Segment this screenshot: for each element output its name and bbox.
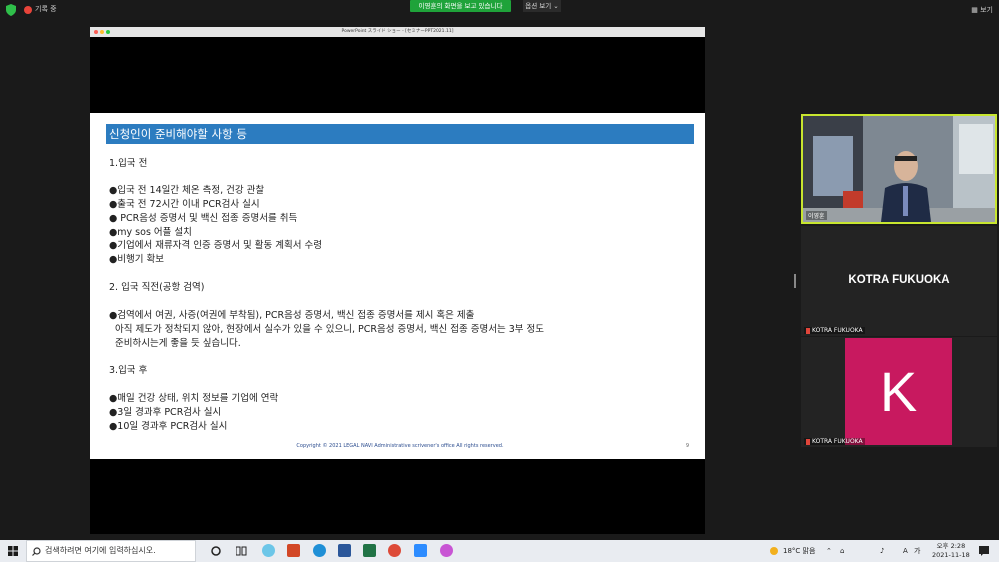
excel-icon[interactable] bbox=[363, 544, 376, 557]
viewing-screen-banner: 이영훈의 화면을 보고 있습니다 bbox=[410, 0, 511, 12]
edge-icon[interactable] bbox=[313, 544, 326, 557]
taskbar-search-input[interactable]: 검색하려면 여기에 입력하십시오. bbox=[26, 540, 196, 562]
participant-name-tag: KOTRA FUKUOKA bbox=[804, 438, 865, 445]
tray-network-icon[interactable]: ⌂ bbox=[840, 540, 844, 562]
weather-status[interactable]: 18°C 맑음 bbox=[783, 540, 815, 562]
ime-mode-icon[interactable]: 가 bbox=[914, 540, 920, 562]
bullet-item: ●my sos 어플 설치 bbox=[109, 227, 192, 238]
slide-page-number: 9 bbox=[685, 443, 689, 449]
bullet-continuation: 준비하시는게 좋을 듯 싶습니다. bbox=[109, 338, 241, 349]
search-icon bbox=[32, 547, 41, 556]
bullet-item: ●입국 전 14일간 체온 측정, 건강 관찰 bbox=[109, 185, 265, 196]
notification-icon[interactable] bbox=[979, 546, 989, 556]
chrome-icon[interactable] bbox=[388, 544, 401, 557]
bullet-item: ●출국 전 72시간 이내 PCR검사 실시 bbox=[109, 199, 260, 210]
search-placeholder: 검색하려면 여기에 입력하십시오. bbox=[45, 546, 156, 555]
layout-view-button[interactable]: ▦ 보기 bbox=[971, 5, 993, 15]
view-options-button[interactable]: 옵션 보기 ⌄ bbox=[523, 0, 561, 12]
bullet-item: ● PCR음성 증명서 및 백신 접종 증명서를 취득 bbox=[109, 213, 298, 224]
participant-tile[interactable]: KOTRA FUKUOKA KOTRA FUKUOKA bbox=[801, 226, 997, 336]
ime-indicator[interactable]: A bbox=[903, 540, 908, 562]
weather-icon bbox=[770, 547, 778, 555]
slide-copyright: Copyright © 2021 LEGAL NAVI Administrati… bbox=[296, 443, 504, 449]
participant-video-tile[interactable]: 이영훈 bbox=[801, 114, 997, 224]
section-heading: 3.입국 후 bbox=[109, 365, 148, 376]
bullet-item: ●비행기 확보 bbox=[109, 254, 165, 265]
participant-name: 이영훈 bbox=[806, 211, 827, 220]
shield-icon[interactable] bbox=[6, 4, 16, 16]
tray-chevron-icon[interactable]: ⌃ bbox=[826, 540, 832, 562]
participant-name-tag: KOTRA FUKUOKA bbox=[804, 327, 865, 334]
participant-name: KOTRA FUKUOKA bbox=[812, 438, 863, 445]
bullet-continuation: 아직 제도가 정착되지 않아, 현장에서 실수가 있을 수 있으니, PCR음성… bbox=[109, 324, 545, 335]
word-icon[interactable] bbox=[338, 544, 351, 557]
section-heading: 2. 입국 직전(공항 검역) bbox=[109, 282, 205, 293]
bullet-item: ●검역에서 여권, 사증(여권에 부착됨), PCR음성 증명서, 백신 접종 … bbox=[109, 310, 475, 321]
bullet-item: ●기업에서 재류자격 인증 증명서 및 활동 계획서 수령 bbox=[109, 240, 322, 251]
participant-video-image bbox=[803, 116, 995, 222]
windows-start-icon[interactable] bbox=[8, 546, 18, 556]
participant-display-name: KOTRA FUKUOKA bbox=[848, 274, 950, 286]
cortana-icon[interactable] bbox=[211, 546, 221, 556]
participant-tile[interactable]: K KOTRA FUKUOKA bbox=[801, 337, 997, 447]
participant-name: KOTRA FUKUOKA bbox=[812, 327, 863, 334]
slideshow-letterbox-top bbox=[90, 37, 705, 113]
recording-label: 기록 중 bbox=[35, 5, 57, 13]
window-title: PowerPoint スライド ショー - [セミナーPPT2021.11] bbox=[341, 29, 454, 34]
powerpoint-icon[interactable] bbox=[287, 544, 300, 557]
shared-window-titlebar: PowerPoint スライド ショー - [セミナーPPT2021.11] bbox=[90, 27, 705, 37]
zoom-icon[interactable] bbox=[414, 544, 427, 557]
taskbar-clock[interactable]: 오후 2:28 2021-11-18 bbox=[932, 542, 970, 560]
bullet-item: ●매일 건강 상태, 위치 정보를 기업에 연락 bbox=[109, 393, 279, 404]
participant-avatar: K bbox=[845, 338, 952, 445]
app-icon[interactable] bbox=[440, 544, 453, 557]
clock-time: 오후 2:28 bbox=[936, 542, 966, 550]
slideshow-letterbox-bottom bbox=[90, 459, 705, 534]
recording-icon bbox=[24, 6, 32, 14]
section-heading: 1.입국 전 bbox=[109, 158, 148, 169]
windows-taskbar: 검색하려면 여기에 입력하십시오. 18°C 맑음 ⌃ ⌂ ♪ A 가 오후 2… bbox=[0, 540, 999, 562]
mic-muted-icon bbox=[806, 438, 810, 445]
mic-muted-icon bbox=[806, 327, 810, 334]
slide: 신청인이 준비해야할 사항 등 1.입국 전 ●입국 전 14일간 체온 측정,… bbox=[90, 113, 705, 459]
panel-resize-handle[interactable] bbox=[794, 274, 796, 288]
bullet-item: ●10일 경과후 PCR검사 실시 bbox=[109, 421, 228, 432]
task-view-icon[interactable] bbox=[236, 546, 247, 556]
browser-icon[interactable] bbox=[262, 544, 275, 557]
clock-date: 2021-11-18 bbox=[932, 551, 970, 559]
zoom-top-bar: 기록 중 이영훈의 화면을 보고 있습니다 옵션 보기 ⌄ ▦ 보기 bbox=[0, 0, 999, 20]
bullet-item: ●3일 경과후 PCR검사 실시 bbox=[109, 407, 222, 418]
slide-header: 신청인이 준비해야할 사항 등 bbox=[106, 124, 694, 144]
tray-volume-icon[interactable]: ♪ bbox=[880, 540, 884, 562]
